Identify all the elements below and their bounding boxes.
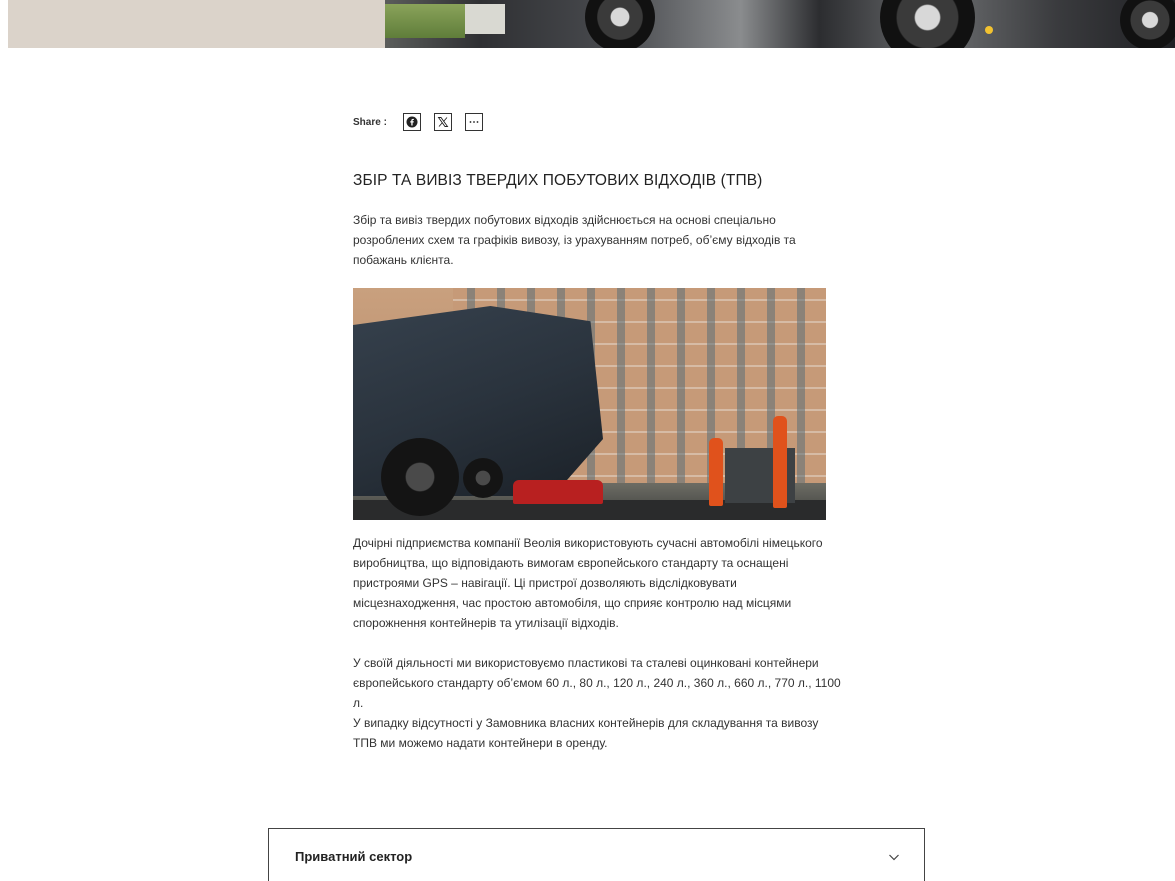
share-label: Share : — [353, 116, 387, 128]
article: ЗБІР ТА ВИВІЗ ТВЕРДИХ ПОБУТОВИХ ВІДХОДІВ… — [353, 172, 843, 753]
rental-text: У випадку відсутності у Замовника власни… — [353, 716, 819, 750]
page: Share : ЗБІР ТА ВИВІЗ ТВЕРДИХ ПОБУТОВИХ … — [0, 0, 1175, 881]
accordion-private-sector[interactable]: Приватний сектор — [268, 828, 925, 881]
x-share-button[interactable] — [433, 113, 452, 131]
article-intro: Збір та вивіз твердих побутових відходів… — [353, 213, 796, 267]
containers-text: У своїй діяльності ми використовуємо пла… — [353, 656, 841, 710]
hero-banner — [8, 0, 1175, 48]
chevron-down-icon — [889, 854, 899, 861]
article-paragraph-gps: Дочірні підприємства компанії Веолія вик… — [353, 536, 823, 630]
facebook-icon — [406, 116, 418, 128]
more-icon — [469, 121, 479, 123]
garbage-truck-photo — [353, 288, 826, 520]
share-bar: Share : — [353, 113, 488, 131]
more-share-button[interactable] — [464, 113, 483, 131]
hero-truck-image — [385, 0, 1175, 48]
accordion-title: Приватний сектор — [295, 849, 413, 864]
x-icon — [437, 117, 449, 127]
facebook-share-button[interactable] — [402, 113, 421, 131]
article-title: ЗБІР ТА ВИВІЗ ТВЕРДИХ ПОБУТОВИХ ВІДХОДІВ… — [353, 172, 763, 189]
hero-color-block — [8, 0, 385, 48]
article-paragraph-containers: У своїй діяльності ми використовуємо пла… — [353, 653, 843, 753]
